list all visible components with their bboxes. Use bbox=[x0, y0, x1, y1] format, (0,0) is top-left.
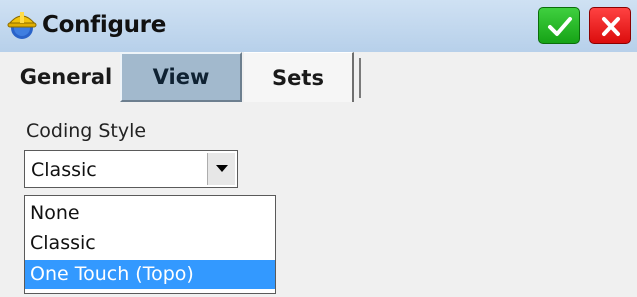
tab-strip: General View Sets bbox=[0, 52, 637, 104]
tab-view-label: View bbox=[152, 65, 210, 89]
option-classic[interactable]: Classic bbox=[25, 229, 275, 258]
coding-style-dropdown-list: None Classic One Touch (Topo) bbox=[24, 195, 276, 294]
option-one-touch-topo[interactable]: One Touch (Topo) bbox=[25, 260, 275, 289]
checkmark-icon bbox=[548, 17, 572, 36]
coding-style-value: Classic bbox=[31, 159, 97, 181]
ok-button[interactable] bbox=[538, 7, 580, 44]
close-icon bbox=[602, 17, 620, 36]
tab-sets-label: Sets bbox=[272, 65, 324, 90]
tab-view[interactable]: View bbox=[120, 52, 242, 102]
window-title: Configure bbox=[42, 12, 167, 38]
coding-style-label: Coding Style bbox=[26, 120, 147, 142]
tab-general-label: General bbox=[19, 65, 113, 89]
hardhat-icon bbox=[7, 12, 37, 39]
close-button[interactable] bbox=[589, 7, 631, 44]
tab-sets[interactable]: Sets bbox=[244, 52, 354, 102]
option-none[interactable]: None bbox=[25, 199, 275, 228]
tab-general[interactable]: General bbox=[12, 52, 120, 102]
coding-style-select[interactable]: Classic bbox=[24, 150, 238, 188]
tab-divider bbox=[359, 58, 361, 98]
dropdown-button[interactable] bbox=[207, 153, 235, 185]
dropdown-arrow-icon bbox=[216, 165, 228, 172]
title-bar: Configure bbox=[0, 0, 637, 52]
